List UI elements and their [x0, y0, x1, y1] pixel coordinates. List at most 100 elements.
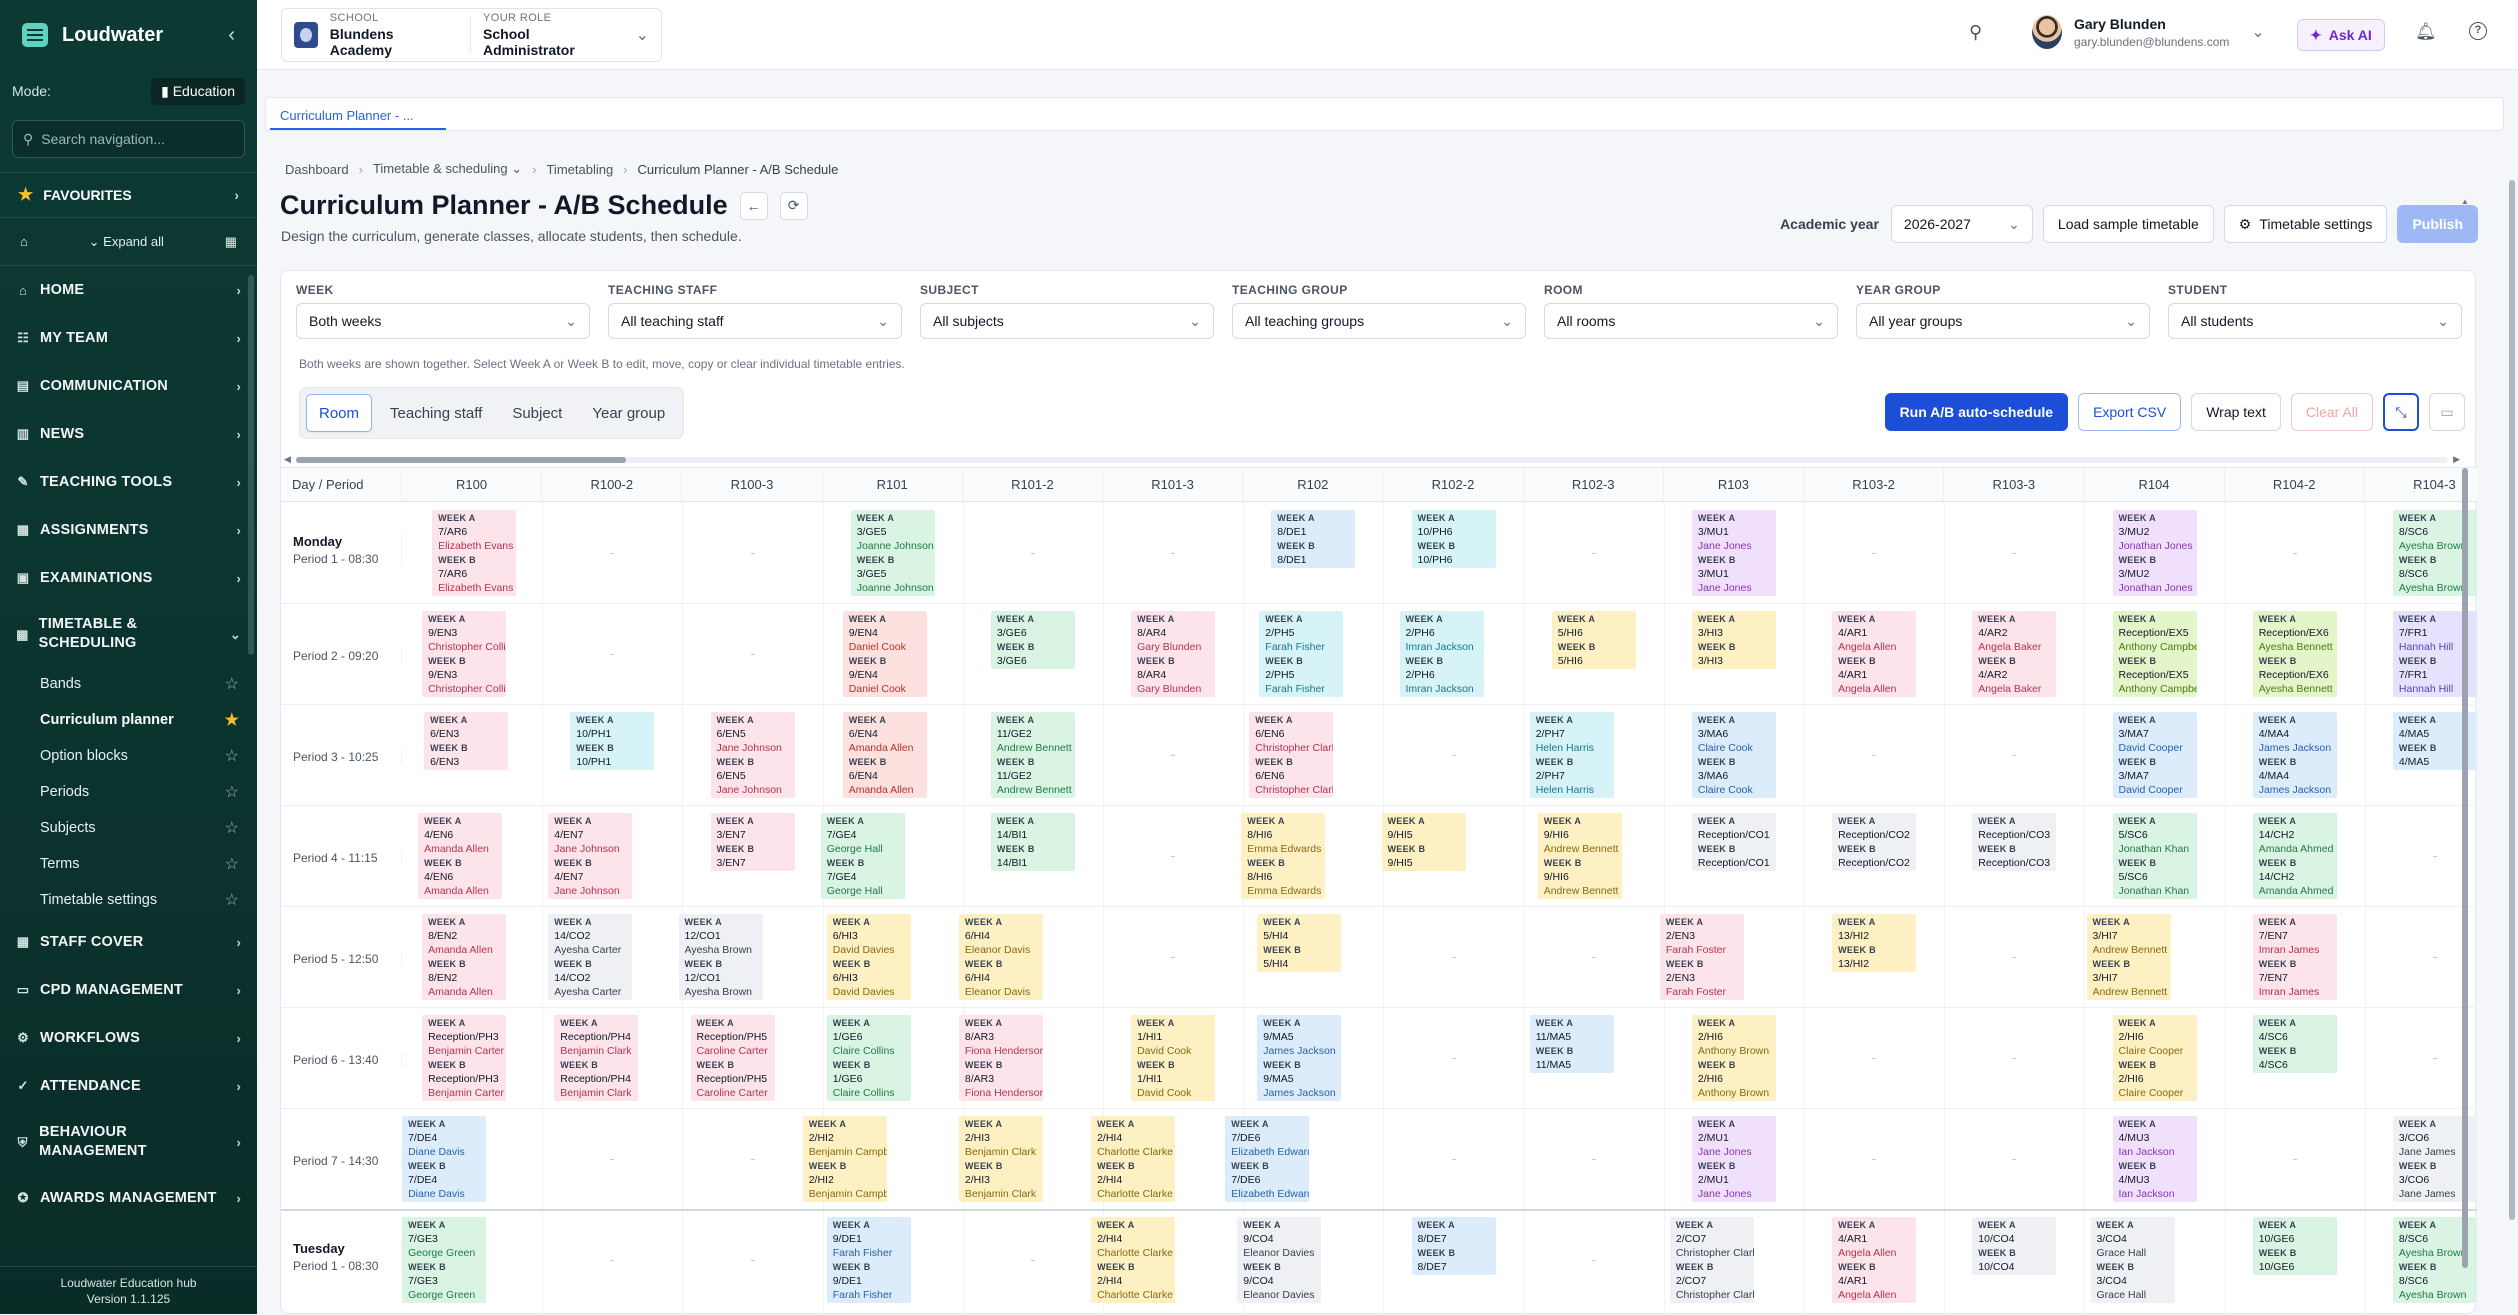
home-small-icon[interactable]: ⌂ — [20, 234, 28, 249]
timetable-entry[interactable]: WEEK A 14/CO2 Ayesha Carter WEEK B 14/CO2 Aye… — [548, 914, 633, 1000]
search-icon[interactable]: ⚲ — [1969, 22, 1982, 43]
timetable-entry[interactable]: WEEK A 14/BI1 WEEK B 14/BI1 — [990, 813, 1075, 871]
empty-slot[interactable] — [1171, 956, 1176, 958]
empty-slot[interactable] — [2012, 956, 2017, 958]
filter-select[interactable]: All rooms ⌄ — [1544, 303, 1838, 339]
grid-vertical-scrollbar[interactable]: ▲ — [2461, 197, 2469, 1314]
sidebar-item-awards-management[interactable]: ✪ AWARDS MANAGEMENT › — [0, 1174, 257, 1222]
timetable-entry[interactable]: WEEK A 2/PH7 Helen Harris WEEK B 2/PH7 Helen … — [1529, 712, 1614, 798]
empty-slot[interactable] — [1451, 1057, 1456, 1059]
timetable-entry[interactable]: WEEK A 7/GE4 George Hall WEEK B 7/GE4 George … — [820, 813, 905, 899]
timetable-entry[interactable]: WEEK A 4/AR1 Angela Allen WEEK B 4/AR1 Angela… — [1832, 611, 1917, 697]
timetable-entry[interactable]: WEEK A 9/HI6 Andrew Bennett WEEK B 9/HI6 Andr… — [1537, 813, 1622, 899]
star-outline-icon[interactable]: ☆ — [225, 674, 239, 694]
mode-select[interactable]: ▮ Education — [151, 77, 245, 105]
timetable-entry[interactable]: WEEK A 7/AR6 Elizabeth Evans WEEK B 7/AR6 Eli… — [432, 510, 517, 596]
timetable-entry[interactable]: WEEK A 9/EN4 Daniel Cook WEEK B 9/EN4 Daniel … — [842, 611, 927, 697]
filter-select[interactable]: All teaching staff ⌄ — [608, 303, 902, 339]
timetable-entry[interactable]: WEEK A 3/MA6 Claire Cook WEEK B 3/MA6 Claire … — [1691, 712, 1776, 798]
wrap-text-button[interactable]: Wrap text — [2191, 393, 2281, 431]
refresh-icon[interactable]: ⟳ — [779, 191, 808, 220]
sidebar-subitem-timetable-settings[interactable]: Timetable settings ☆ — [0, 882, 257, 918]
timetable-entry[interactable]: WEEK A 2/EN3 Farah Foster WEEK B 2/EN3 Farah … — [1659, 914, 1744, 1000]
timetable-entry[interactable]: WEEK A 3/GE6 WEEK B 3/GE6 — [990, 611, 1075, 669]
timetable-entry[interactable]: WEEK A 4/SC6 WEEK B 4/SC6 — [2252, 1015, 2337, 1073]
timetable-entry[interactable]: WEEK A 13/HI2 WEEK B 13/HI2 — [1832, 914, 1917, 972]
timetable-entry[interactable]: WEEK A 7/DE6 Elizabeth Edwards WEEK B 7/DE6 E… — [1225, 1116, 1310, 1202]
filter-select[interactable]: All year groups ⌄ — [1856, 303, 2150, 339]
horizontal-scrollbar[interactable]: ◀ ▶ — [284, 454, 2460, 466]
breadcrumb-dashboard[interactable]: Dashboard — [285, 162, 349, 177]
timetable-entry[interactable]: WEEK A 2/HI4 Charlotte Clarke WEEK B 2/HI4 Ch… — [1091, 1116, 1176, 1202]
sidebar-item-communication[interactable]: ▤ COMMUNICATION › — [0, 362, 257, 410]
document-icon[interactable]: ▭ — [2429, 393, 2465, 431]
favourites-toggle[interactable]: ★ FAVOURITES › — [0, 172, 257, 218]
view-subject[interactable]: Subject — [500, 394, 574, 432]
timetable-entry[interactable]: WEEK A 2/PH6 Imran Jackson WEEK B 2/PH6 Imran… — [1399, 611, 1484, 697]
timetable-entry[interactable]: WEEK A 2/CO7 Christopher Clarke WEEK B 2/CO7… — [1669, 1217, 1754, 1303]
sidebar-item-examinations[interactable]: ▣ EXAMINATIONS › — [0, 554, 257, 602]
sidebar-item-assignments[interactable]: ▦ ASSIGNMENTS › — [0, 506, 257, 554]
collapse-icon[interactable]: ⤡ — [2383, 393, 2419, 431]
timetable-entry[interactable]: WEEK A 4/AR1 Angela Allen WEEK B 4/AR1 Angela… — [1832, 1217, 1917, 1303]
timetable-entry[interactable]: WEEK A Reception/CO1 WEEK B Reception/CO1 — [1691, 813, 1776, 871]
breadcrumb-timetabling[interactable]: Timetabling — [546, 162, 613, 177]
timetable-entry[interactable]: WEEK A 6/EN6 Christopher Clark WEEK B 6/EN6 C… — [1249, 712, 1334, 798]
empty-slot[interactable] — [750, 653, 755, 655]
empty-slot[interactable] — [1171, 552, 1176, 554]
chevron-left-icon[interactable]: ‹ — [228, 24, 235, 47]
back-arrow-icon[interactable]: ← — [739, 191, 768, 220]
school-role-selector[interactable]: SCHOOL Blundens Academy YOUR ROLE School… — [281, 8, 662, 62]
timetable-entry[interactable]: WEEK A 5/HI6 WEEK B 5/HI6 — [1551, 611, 1636, 669]
star-outline-icon[interactable]: ☆ — [225, 854, 239, 874]
sidebar-item-behaviour-management[interactable]: ⛨ BEHAVIOUR MANAGEMENT › — [0, 1110, 257, 1174]
timetable-settings-button[interactable]: ⚙ Timetable settings — [2223, 205, 2388, 243]
timetable-entry[interactable]: WEEK A 14/CH2 Amanda Ahmed WEEK B 14/CH2 Aman… — [2252, 813, 2337, 899]
timetable-entry[interactable]: WEEK A 6/HI3 David Davies WEEK B 6/HI3 David … — [826, 914, 911, 1000]
export-csv-button[interactable]: Export CSV — [2078, 393, 2182, 431]
timetable-entry[interactable]: WEEK A Reception/CO3 WEEK B Reception/CO3 — [1972, 813, 2057, 871]
empty-slot[interactable] — [2012, 1057, 2017, 1059]
star-outline-icon[interactable]: ☆ — [225, 818, 239, 838]
timetable-entry[interactable]: WEEK A Reception/CO2 WEEK B Reception/CO2 — [1832, 813, 1917, 871]
timetable-entry[interactable]: WEEK A 6/HI4 Eleanor Davis WEEK B 6/HI4 Elean… — [958, 914, 1043, 1000]
sidebar-item-attendance[interactable]: ✓ ATTENDANCE › — [0, 1062, 257, 1110]
timetable-entry[interactable]: WEEK A 3/HI3 WEEK B 3/HI3 — [1691, 611, 1776, 669]
user-menu[interactable]: Gary Blunden gary.blunden@blundens.com ⌄ — [2032, 15, 2265, 49]
timetable-entry[interactable]: WEEK A 2/HI2 Benjamin Campbell WEEK B 2/HI2 B… — [802, 1116, 887, 1202]
timetable-entry[interactable]: WEEK A 7/EN7 Imran James WEEK B 7/EN7 Imran J… — [2252, 914, 2337, 1000]
empty-slot[interactable] — [1872, 1158, 1877, 1160]
empty-slot[interactable] — [610, 1259, 615, 1261]
timetable-entry[interactable]: WEEK A 3/MU2 Jonathan Jones WEEK B 3/MU2 Jona… — [2112, 510, 2197, 596]
sidebar-subitem-bands[interactable]: Bands ☆ — [0, 666, 257, 702]
timetable-entry[interactable]: WEEK A 6/EN5 Jane Johnson WEEK B 6/EN5 Jane J… — [710, 712, 795, 798]
empty-slot[interactable] — [610, 653, 615, 655]
bell-icon[interactable]: 🔔︎ — [2415, 22, 2437, 42]
timetable-entry[interactable]: WEEK A 4/MA4 James Jackson WEEK B 4/MA4 James… — [2252, 712, 2337, 798]
timetable-entry[interactable]: WEEK A 3/MU1 Jane Jones WEEK B 3/MU1 Jane Jon… — [1691, 510, 1776, 596]
timetable-entry[interactable]: WEEK A 4/MU3 Ian Jackson WEEK B 4/MU3 Ian Jac… — [2112, 1116, 2197, 1202]
timetable-entry[interactable]: WEEK A 5/SC6 Jonathan Khan WEEK B 5/SC6 Jonat… — [2112, 813, 2197, 899]
run-auto-schedule-button[interactable]: Run A/B auto-schedule — [1884, 393, 2069, 431]
sidebar-item-my-team[interactable]: ☷ MY TEAM › — [0, 314, 257, 362]
empty-slot[interactable] — [2432, 855, 2437, 857]
timetable-entry[interactable]: WEEK A 9/CO4 Eleanor Davies WEEK B 9/CO4 Elea… — [1237, 1217, 1322, 1303]
timetable-entry[interactable]: WEEK A 10/GE6 WEEK B 10/GE6 — [2252, 1217, 2337, 1275]
empty-slot[interactable] — [1451, 956, 1456, 958]
empty-slot[interactable] — [2292, 1158, 2297, 1160]
filter-select[interactable]: All students ⌄ — [2168, 303, 2462, 339]
timetable-entry[interactable]: WEEK A 9/DE1 Farah Fisher WEEK B 9/DE1 Farah … — [826, 1217, 911, 1303]
timetable-entry[interactable]: WEEK A 2/MU1 Jane Jones WEEK B 2/MU1 Jane Jon… — [1691, 1116, 1776, 1202]
timetable-entry[interactable]: WEEK A 8/AR4 Gary Blunden WEEK B 8/AR4 Gary B… — [1131, 611, 1216, 697]
timetable-entry[interactable]: WEEK A 2/HI6 Claire Cooper WEEK B 2/HI6 Clair… — [2112, 1015, 2197, 1101]
empty-slot[interactable] — [610, 1158, 615, 1160]
timetable-entry[interactable]: WEEK A 1/GE6 Claire Collins WEEK B 1/GE6 Clai… — [826, 1015, 911, 1101]
timetable-entry[interactable]: WEEK A 3/EN7 WEEK B 3/EN7 — [710, 813, 795, 871]
timetable-entry[interactable]: WEEK A 3/CO4 Grace Hall WEEK B 3/CO4 Grace Ha… — [2090, 1217, 2175, 1303]
timetable-entry[interactable]: WEEK A 9/MA5 James Jackson WEEK B 9/MA5 James… — [1257, 1015, 1342, 1101]
empty-slot[interactable] — [750, 1158, 755, 1160]
empty-slot[interactable] — [1872, 754, 1877, 756]
empty-slot[interactable] — [2012, 1158, 2017, 1160]
timetable-entry[interactable]: WEEK A 3/HI7 Andrew Bennett WEEK B 3/HI7 Andr… — [2086, 914, 2171, 1000]
empty-slot[interactable] — [1030, 1259, 1035, 1261]
